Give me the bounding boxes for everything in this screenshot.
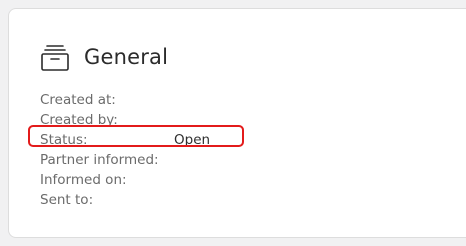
field-label: Created at: <box>40 92 116 108</box>
general-card: General Created at: Created by: Status: … <box>8 8 466 238</box>
card-header: General <box>40 42 168 72</box>
field-label: Informed on: <box>40 172 127 188</box>
archive-box-icon <box>40 42 70 72</box>
status-highlight-box <box>28 125 244 147</box>
field-informed-on: Informed on: <box>40 170 260 190</box>
section-title: General <box>84 45 169 69</box>
field-label: Partner informed: <box>40 152 159 168</box>
field-created-at: Created at: <box>40 90 260 110</box>
field-list: Created at: Created by: Status: Open Par… <box>40 90 260 210</box>
field-label: Sent to: <box>40 192 94 208</box>
field-sent-to: Sent to: <box>40 190 260 210</box>
field-partner-informed: Partner informed: <box>40 150 260 170</box>
